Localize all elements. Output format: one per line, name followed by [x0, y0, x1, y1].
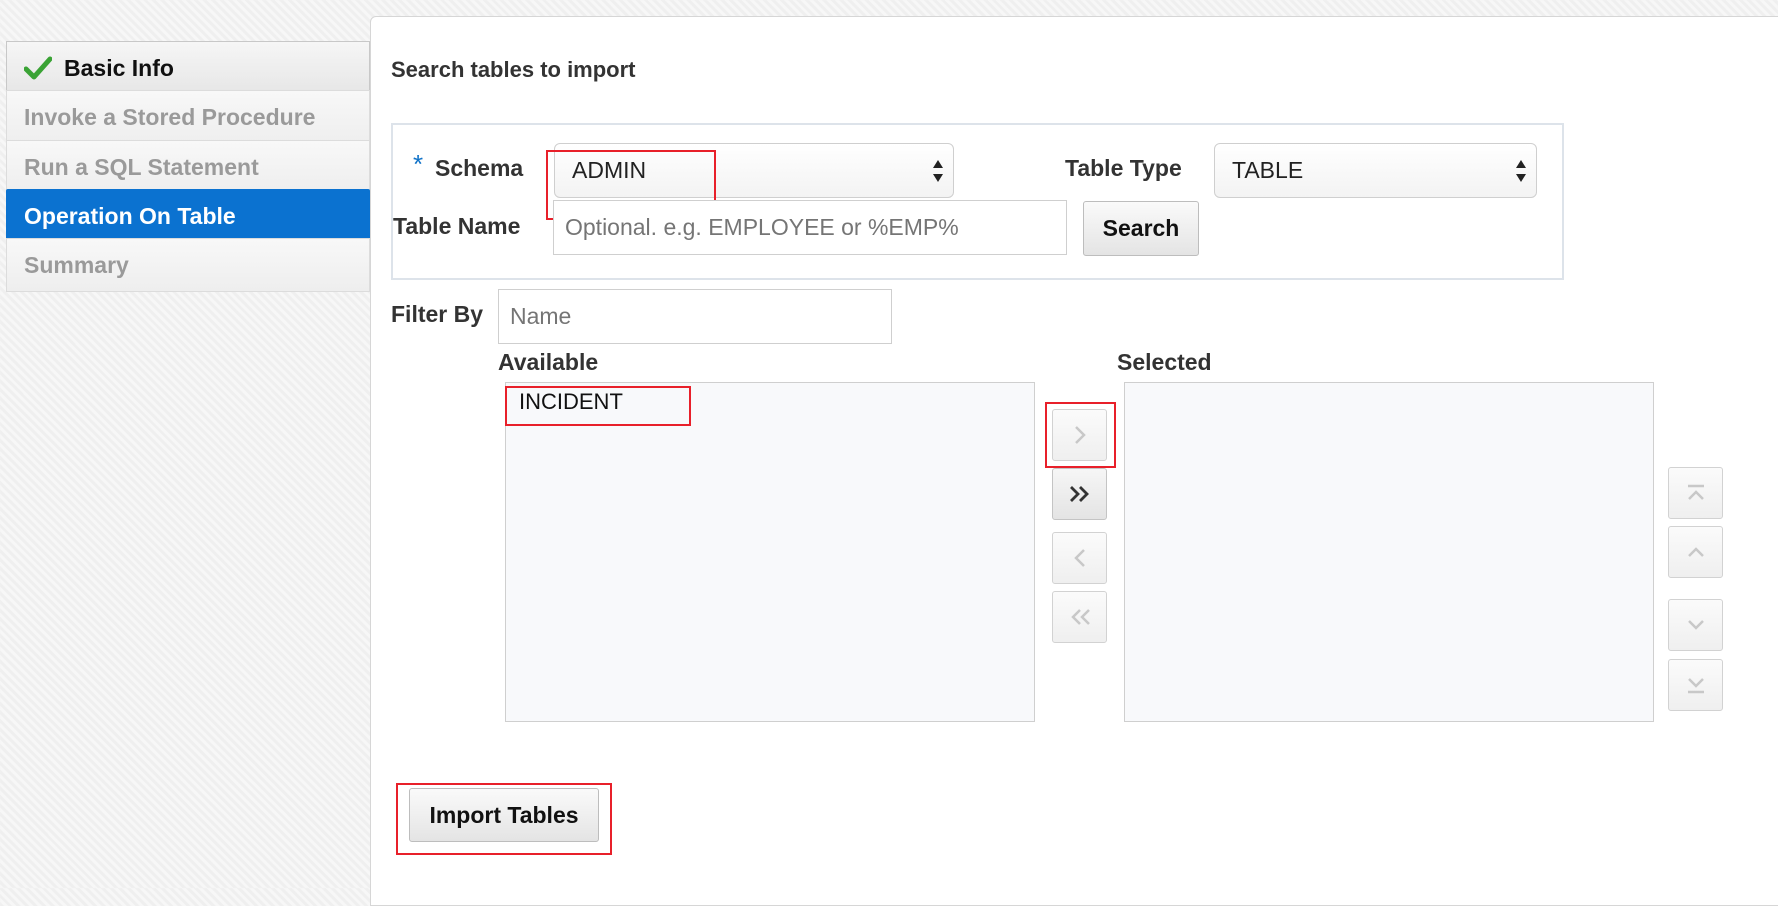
selected-label: Selected	[1117, 349, 1212, 375]
train-step-label: Operation On Table	[24, 202, 236, 229]
required-marker: *	[413, 149, 424, 179]
selected-list[interactable]	[1124, 382, 1654, 722]
available-label: Available	[498, 349, 599, 375]
page-heading: Search tables to import	[391, 57, 636, 82]
move-up-button[interactable]	[1668, 526, 1723, 578]
move-to-bottom-button[interactable]	[1668, 659, 1723, 711]
move-all-right-button[interactable]	[1052, 468, 1107, 520]
select-arrows-icon	[1516, 160, 1526, 182]
train-step-label: Invoke a Stored Procedure	[24, 103, 316, 130]
move-right-highlight-box	[1045, 402, 1116, 468]
chevron-up-icon	[1687, 547, 1704, 557]
move-left-button[interactable]	[1052, 532, 1107, 584]
move-to-top-icon	[1687, 484, 1704, 500]
train-step-invoke-stored-procedure[interactable]: Invoke a Stored Procedure	[6, 90, 370, 144]
train-step-label: Basic Info	[64, 54, 174, 81]
available-list[interactable]: INCIDENT	[505, 382, 1035, 722]
train-step-run-sql-statement[interactable]: Run a SQL Statement	[6, 140, 370, 194]
chevron-left-icon	[1073, 549, 1085, 567]
train-step-basic-info[interactable]: Basic Info	[6, 41, 370, 95]
search-button[interactable]: Search	[1083, 201, 1199, 256]
double-chevron-right-icon	[1069, 486, 1089, 502]
incident-highlight-box	[505, 386, 691, 426]
table-type-value: TABLE	[1232, 157, 1304, 183]
select-arrows-icon	[933, 160, 943, 182]
schema-label: Schema	[435, 155, 524, 181]
filter-by-label: Filter By	[391, 301, 484, 327]
filter-input[interactable]	[498, 289, 892, 344]
train-step-summary[interactable]: Summary	[6, 238, 370, 292]
chevron-down-icon	[1687, 620, 1704, 630]
table-name-label: Table Name	[393, 213, 521, 239]
main-panel: Search tables to import * Schema ADMIN T…	[370, 16, 1778, 906]
move-all-left-button[interactable]	[1052, 591, 1107, 643]
train-step-operation-on-table[interactable]: Operation On Table	[6, 189, 370, 243]
table-name-input[interactable]	[553, 200, 1067, 255]
train-step-label: Run a SQL Statement	[24, 153, 259, 180]
move-to-bottom-icon	[1687, 678, 1704, 694]
checkmark-icon	[24, 56, 52, 80]
move-to-top-button[interactable]	[1668, 467, 1723, 519]
import-highlight-box	[396, 783, 612, 855]
move-down-button[interactable]	[1668, 599, 1723, 651]
table-type-label: Table Type	[1065, 155, 1182, 181]
table-type-select[interactable]: TABLE	[1214, 143, 1537, 198]
double-chevron-left-icon	[1070, 609, 1090, 625]
train-step-label: Summary	[24, 251, 129, 278]
